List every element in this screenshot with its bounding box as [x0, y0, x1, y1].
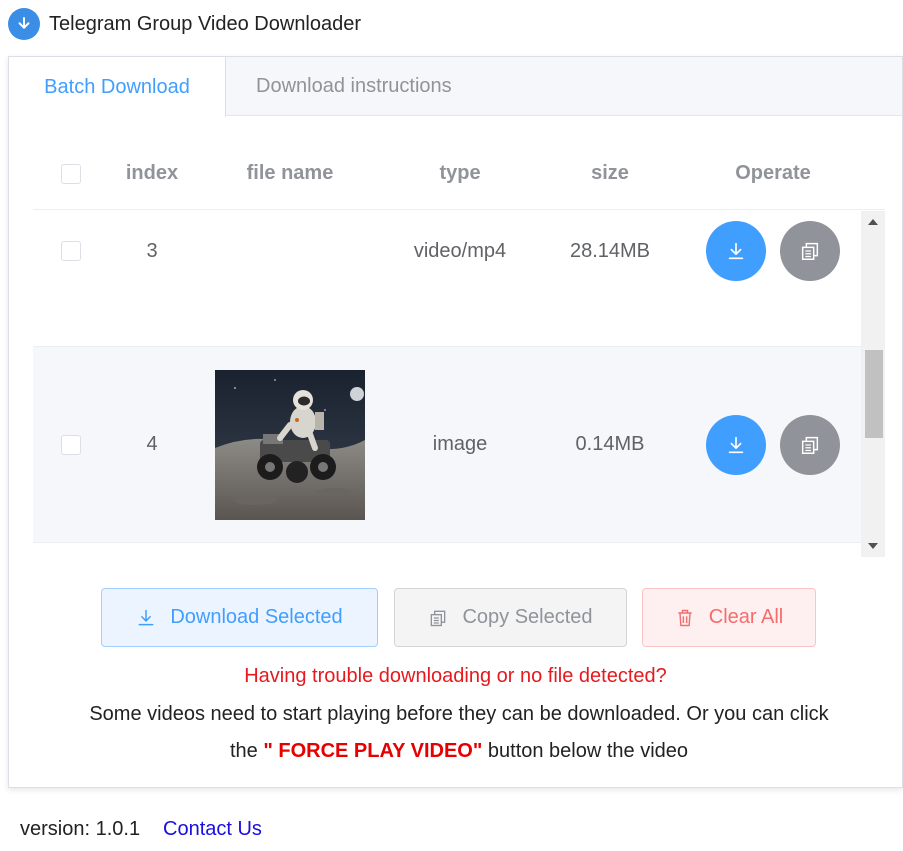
row-operate [685, 211, 861, 291]
row-checkbox[interactable] [61, 434, 81, 455]
row-download-button[interactable] [706, 414, 766, 475]
help-line-2: the " FORCE PLAY VIDEO" button below the… [49, 733, 869, 770]
clear-all-label: Clear All [708, 606, 784, 628]
download-icon [728, 436, 744, 453]
row-size: 28.14MB [569, 239, 651, 262]
download-icon [138, 609, 154, 625]
table-row[interactable] [33, 543, 861, 557]
header-index[interactable]: index [109, 137, 195, 210]
help-line-2-prefix: the [229, 740, 264, 762]
row-size: 0.14MB [575, 433, 645, 455]
version-text: version: 1.0.1 [20, 818, 141, 840]
row-index: 3 [146, 239, 158, 262]
copy-icon [801, 242, 819, 260]
help-title: Having trouble downloading or no file de… [244, 665, 667, 687]
row-check-cell [33, 347, 109, 542]
row-copy-button[interactable] [780, 221, 840, 281]
copy-selected-button[interactable]: Copy Selected [394, 588, 627, 647]
row-type: video/mp4 [413, 239, 507, 262]
row-checkbox[interactable] [61, 241, 81, 261]
table-row[interactable]: 4 image 0.14MB [33, 347, 861, 543]
select-all-checkbox[interactable] [61, 163, 81, 184]
header-file-name[interactable]: file name [195, 137, 385, 210]
tab-batch-download[interactable]: Batch Download [9, 57, 226, 117]
row-check-cell [33, 211, 109, 291]
table-row[interactable]: 3 video/mp4 28.14MB [33, 211, 861, 347]
copy-icon [431, 610, 446, 626]
app-header: Telegram Group Video Downloader [8, 6, 361, 42]
main-card: Batch Download Download instructions ind… [8, 56, 903, 788]
download-icon [728, 242, 744, 260]
copy-icon [801, 436, 819, 454]
download-circle-icon [8, 8, 40, 40]
help-line-2-suffix: button below the video [482, 740, 689, 762]
contact-us-link[interactable]: Contact Us [163, 818, 262, 841]
scroll-down-arrow-icon[interactable] [861, 537, 885, 555]
table-scrollbar[interactable] [861, 211, 885, 557]
app-title: Telegram Group Video Downloader [49, 12, 362, 35]
help-line-1: Some videos need to start playing before… [89, 703, 829, 725]
row-file-thumbnail-cell [195, 347, 385, 542]
table-body[interactable]: 3 video/mp4 28.14MB 4 image 0.14MB [33, 211, 861, 557]
select-all-cell [33, 137, 109, 210]
tab-download-instructions[interactable]: Download instructions [226, 57, 452, 116]
download-selected-label: Download Selected [170, 606, 343, 628]
download-selected-button[interactable]: Download Selected [101, 588, 378, 647]
row-copy-button[interactable] [780, 414, 840, 475]
header-operate: Operate [735, 162, 811, 184]
clear-all-button[interactable]: Clear All [642, 588, 816, 647]
row-download-button[interactable] [706, 221, 766, 281]
row-operate [685, 347, 861, 542]
astronaut-rover-thumbnail[interactable] [215, 369, 365, 520]
table-header: index file name type size Operate [33, 137, 885, 210]
header-type[interactable]: type [385, 137, 535, 210]
copy-selected-label: Copy Selected [462, 606, 593, 628]
row-file-name [195, 211, 385, 291]
row-type: image [432, 433, 488, 455]
tabs-bar: Batch Download Download instructions [9, 57, 902, 117]
help-text: Some videos need to start playing before… [49, 696, 869, 770]
scroll-up-arrow-icon[interactable] [861, 213, 885, 231]
scrollbar-thumb[interactable] [865, 350, 883, 438]
trash-icon [678, 609, 692, 626]
row-index: 4 [146, 433, 158, 455]
force-play-label: " FORCE PLAY VIDEO" [263, 740, 483, 762]
header-size[interactable]: size [535, 137, 685, 210]
